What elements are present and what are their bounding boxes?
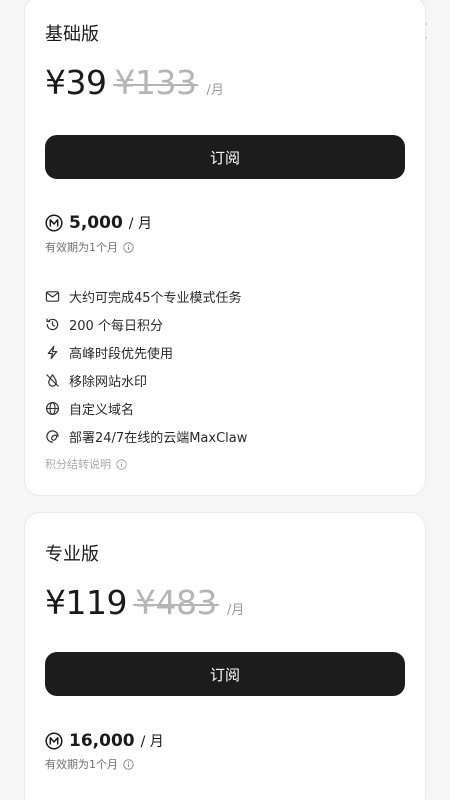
original-price: ¥483 xyxy=(132,583,219,622)
feature-item: 部署24/7在线的云端MaxClaw xyxy=(45,422,247,450)
feature-text: 移除网站水印 xyxy=(69,374,148,390)
feature-item: 移除网站水印 xyxy=(45,366,247,394)
globe-icon xyxy=(45,401,60,415)
feature-item: 高峰时段优先使用 xyxy=(45,338,247,366)
subscribe-button[interactable]: 订阅 xyxy=(45,652,405,696)
plan-card-basic: 基础版 ¥39 ¥133 /月 订阅 5,000 / 月 有效期为1个月 大约可… xyxy=(24,0,426,496)
feature-item: 200 个每日积分 xyxy=(45,310,247,338)
validity-row: 有效期为1个月 xyxy=(45,756,134,772)
credits-row: 16,000 / 月 xyxy=(45,731,164,751)
feature-text: 高峰时段优先使用 xyxy=(69,346,174,362)
cloud-deploy-icon xyxy=(46,429,59,443)
feature-list: 大约可完成45个专业模式任务 200 个每日积分 高峰时段优先使用 移除网站水印… xyxy=(45,282,247,450)
feature-text: 大约可完成45个专业模式任务 xyxy=(69,290,242,306)
info-icon[interactable] xyxy=(123,758,134,770)
history-icon xyxy=(46,317,59,330)
rollover-text: 积分结转说明 xyxy=(45,458,111,471)
validity-text: 有效期为1个月 xyxy=(45,241,118,254)
subscribe-button[interactable]: 订阅 xyxy=(45,135,405,179)
mail-icon xyxy=(45,290,60,302)
credit-coin-icon xyxy=(45,732,63,750)
lightning-icon xyxy=(47,345,58,359)
feature-item: 自定义域名 xyxy=(45,394,247,422)
feature-item: 大约可完成45个专业模式任务 xyxy=(45,282,247,310)
pricing-modal: 基础版 ¥39 ¥133 /月 订阅 5,000 / 月 有效期为1个月 大约可… xyxy=(0,0,450,800)
no-watermark-icon xyxy=(46,373,59,387)
current-price: ¥119 xyxy=(45,583,127,622)
credits-amount: 16,000 xyxy=(69,731,135,751)
feature-text: 自定义域名 xyxy=(69,402,135,418)
price-row: ¥39 ¥133 /月 xyxy=(45,63,224,102)
info-icon xyxy=(116,458,127,470)
price-row: ¥119 ¥483 /月 xyxy=(45,583,244,622)
credit-coin-icon xyxy=(45,214,63,232)
credits-amount: 5,000 xyxy=(69,213,123,233)
info-icon[interactable] xyxy=(123,241,134,253)
price-period: /月 xyxy=(206,83,224,98)
original-price: ¥133 xyxy=(112,63,199,102)
validity-text: 有效期为1个月 xyxy=(45,758,118,771)
feature-text: 200 个每日积分 xyxy=(69,318,163,334)
plan-name: 专业版 xyxy=(45,544,99,565)
feature-text: 部署24/7在线的云端MaxClaw xyxy=(69,430,248,446)
credits-unit: / 月 xyxy=(128,216,152,232)
credit-rollover-link[interactable]: 积分结转说明 xyxy=(45,456,127,472)
credits-row: 5,000 / 月 xyxy=(45,213,152,233)
current-price: ¥39 xyxy=(45,63,107,102)
credits-unit: / 月 xyxy=(140,734,164,750)
plan-name: 基础版 xyxy=(45,24,99,45)
validity-row: 有效期为1个月 xyxy=(45,239,134,255)
plan-card-pro: 专业版 ¥119 ¥483 /月 订阅 16,000 / 月 有效期为1个月 xyxy=(24,512,426,800)
price-period: /月 xyxy=(226,603,245,618)
